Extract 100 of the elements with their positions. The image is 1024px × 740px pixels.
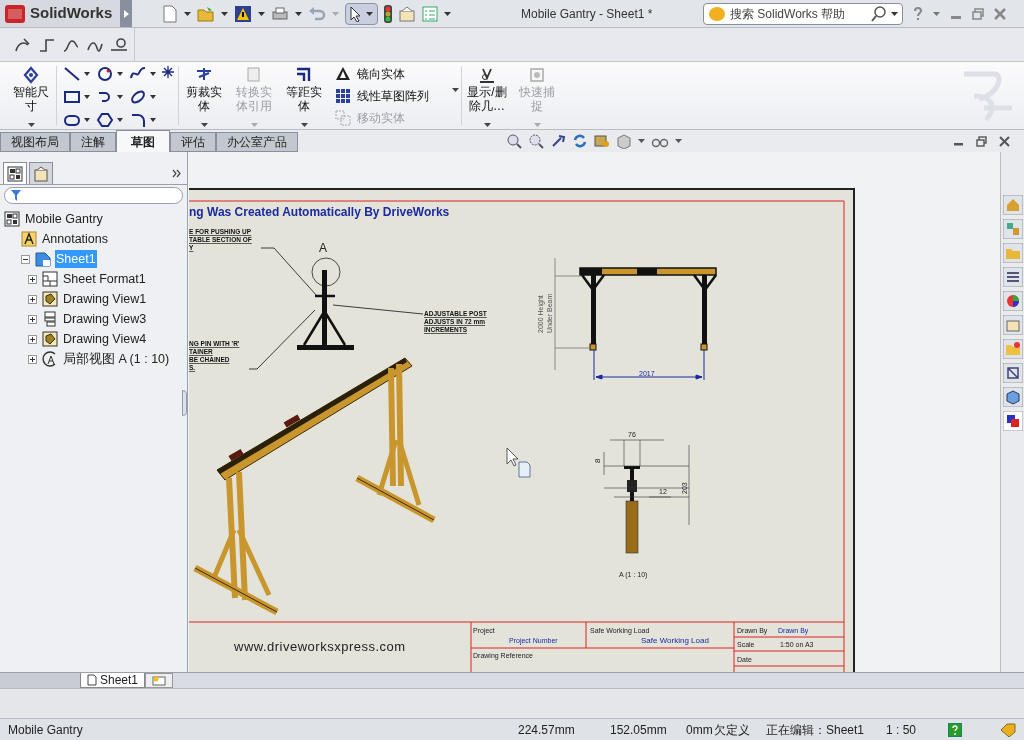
tree-item[interactable]: 局部视图 A (1 : 10) — [62, 349, 171, 369]
feature-tree-tab[interactable] — [3, 162, 27, 184]
expand-panel-icon[interactable] — [172, 169, 182, 178]
color-wheel-icon[interactable] — [1002, 291, 1023, 311]
options-icon[interactable] — [398, 5, 416, 22]
dropdown-arrow-icon[interactable] — [221, 11, 228, 16]
dropdown-arrow-icon[interactable] — [84, 72, 90, 76]
help-menu-icon[interactable] — [913, 6, 923, 21]
ribbon-button[interactable]: 显示/删除几… — [462, 62, 512, 129]
clipboard-icon — [33, 165, 49, 182]
dropdown-arrow-icon[interactable] — [638, 139, 645, 143]
sheet-tab[interactable]: Sheet1 — [80, 673, 146, 688]
ribbon-button[interactable]: 线性草图阵列 — [335, 87, 461, 105]
sketch-tool-icon[interactable] — [110, 36, 128, 53]
ribbon-button[interactable]: 剪裁实体 — [179, 62, 229, 129]
folder-icon[interactable] — [1002, 339, 1023, 359]
restore-icon[interactable] — [976, 135, 987, 147]
dropdown-arrow-icon[interactable] — [117, 72, 123, 76]
dropdown-arrow-icon[interactable] — [150, 118, 156, 122]
expand-arrow-icon[interactable] — [123, 9, 129, 18]
expand-icon[interactable] — [28, 274, 37, 284]
tag-icon[interactable] — [1000, 722, 1016, 737]
ribbon-tab[interactable]: 注解 — [70, 132, 116, 152]
help-search-box[interactable]: 搜索 SolidWorks 帮助 — [703, 2, 903, 25]
rectangle-icon[interactable] — [63, 89, 81, 105]
dropdown-arrow-icon[interactable] — [117, 118, 123, 122]
panel-splitter-handle[interactable] — [182, 390, 187, 416]
dropdown-arrow-icon[interactable] — [444, 11, 451, 16]
tree-item[interactable]: Annotations — [41, 229, 110, 249]
add-sheet-tab[interactable] — [145, 673, 174, 688]
dropdown-arrow-icon[interactable] — [184, 11, 191, 16]
dropdown-arrow-icon[interactable] — [150, 95, 156, 99]
ribbon-button[interactable]: 智能尺寸 — [6, 62, 56, 129]
filter-field[interactable] — [4, 187, 183, 204]
detail-view-icon — [42, 351, 58, 367]
display-icon[interactable] — [594, 133, 610, 149]
restore-icon[interactable] — [972, 7, 984, 20]
leader-line — [248, 309, 316, 370]
close-icon[interactable] — [994, 7, 1006, 20]
dropdown-arrow-icon — [533, 123, 541, 127]
ribbon-tab[interactable]: 办公室产品 — [216, 132, 298, 152]
collapse-icon[interactable] — [21, 254, 30, 264]
sheet-format-icon — [42, 271, 58, 287]
tree-item[interactable]: Mobile Gantry — [24, 209, 104, 229]
tree-item[interactable]: Drawing View3 — [62, 309, 148, 329]
dropdown-arrow-icon — [250, 123, 258, 127]
previous-view-icon[interactable] — [550, 133, 566, 149]
dropdown-arrow-icon[interactable] — [295, 11, 302, 16]
zoom-area-icon[interactable] — [528, 133, 544, 149]
dropdown-arrow-icon[interactable] — [675, 139, 682, 143]
ribbon-tab[interactable]: 视图布局 — [0, 132, 70, 152]
dropdown-arrow-icon[interactable] — [452, 88, 459, 92]
cube-icon[interactable] — [1002, 387, 1023, 407]
dropdown-arrow-icon[interactable] — [258, 11, 265, 16]
refresh-icon[interactable] — [572, 133, 588, 149]
ribbon-tab[interactable]: 评估 — [170, 132, 216, 152]
select-button[interactable] — [345, 2, 378, 25]
move-icon — [335, 110, 351, 126]
close-icon[interactable] — [999, 135, 1010, 147]
expand-icon[interactable] — [28, 294, 37, 304]
tree-item[interactable]: Drawing View4 — [62, 329, 148, 349]
line-icon[interactable] — [63, 66, 81, 82]
dropdown-arrow-icon — [366, 11, 373, 16]
sketch-tool-icon[interactable] — [38, 36, 56, 53]
warning-icon[interactable] — [234, 4, 252, 23]
circle-icon[interactable] — [96, 66, 114, 82]
tree-item[interactable]: Drawing View1 — [62, 289, 148, 309]
ribbon-tab[interactable]: 草图 — [116, 130, 170, 152]
dropdown-arrow-icon[interactable] — [84, 118, 90, 122]
expand-icon[interactable] — [28, 334, 37, 344]
new-document-icon[interactable] — [162, 4, 178, 23]
ribbon-button[interactable]: 等距实体 — [279, 62, 329, 129]
title-block-website: www.driveworksxpress.com — [234, 639, 406, 654]
search-icon[interactable] — [871, 5, 887, 22]
status-scale: 1 : 50 — [886, 721, 918, 739]
sketch-tool-icon[interactable] — [14, 36, 32, 53]
expand-icon[interactable] — [28, 354, 37, 364]
slot-icon[interactable] — [63, 112, 81, 128]
help-search-field[interactable]: 搜索 SolidWorks 帮助 — [730, 4, 867, 23]
print-icon[interactable] — [271, 5, 289, 22]
fillet-icon[interactable] — [129, 112, 147, 128]
cube-icon[interactable] — [616, 133, 632, 149]
point-icon[interactable] — [162, 66, 174, 78]
dropdown-arrow-icon[interactable] — [84, 95, 90, 99]
ellipse-icon[interactable] — [129, 89, 147, 105]
dropdown-arrow-icon[interactable] — [117, 95, 123, 99]
checklist-icon[interactable] — [422, 5, 438, 22]
appearance-icon[interactable] — [1002, 411, 1023, 431]
list-icon[interactable] — [1002, 267, 1023, 287]
zoom-fit-icon[interactable] — [506, 133, 522, 149]
traffic-light-icon[interactable] — [384, 4, 392, 23]
ribbon-button[interactable]: 镜向实体 — [335, 65, 461, 83]
drawing-view-icon — [42, 311, 58, 327]
tree-item[interactable]: Sheet Format1 — [62, 269, 147, 289]
dropdown-arrow-icon[interactable] — [891, 11, 898, 16]
polygon-icon[interactable] — [96, 112, 114, 128]
expand-icon[interactable] — [28, 314, 37, 324]
drawing-view-icon — [42, 291, 58, 307]
clipboard-icon[interactable] — [1002, 315, 1023, 335]
dropdown-arrow-icon[interactable] — [150, 72, 156, 76]
